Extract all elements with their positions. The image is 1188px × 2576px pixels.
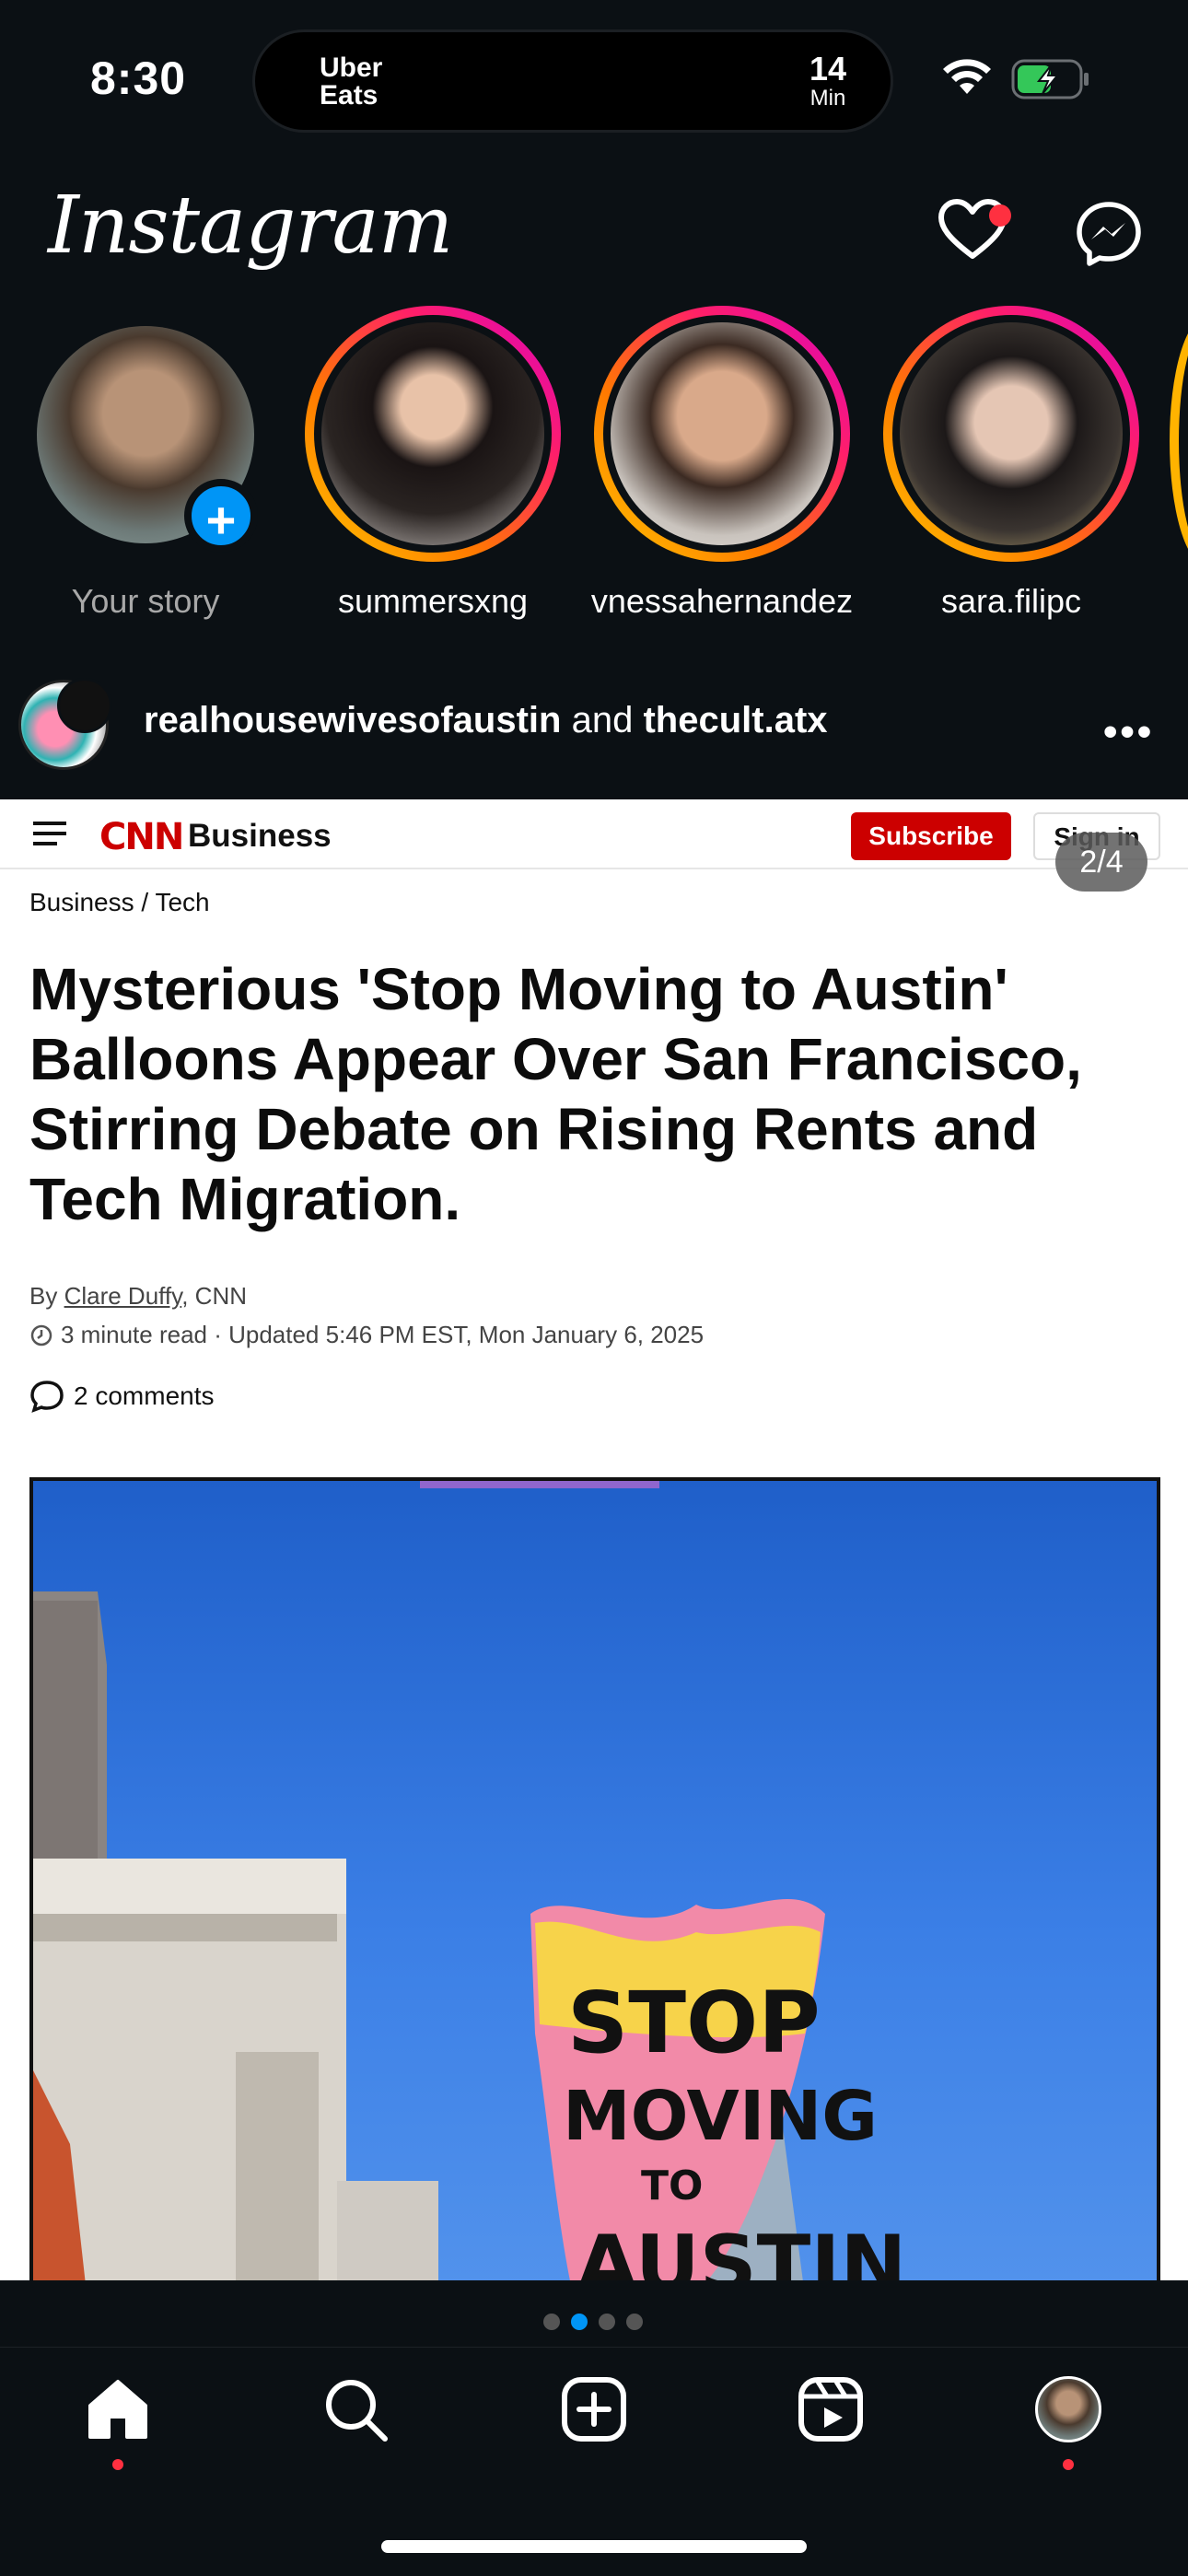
story-vnessahernandez[interactable]: vnessahernandez bbox=[584, 306, 860, 621]
post-username-2[interactable]: thecult.atx bbox=[643, 700, 827, 740]
eta-value: 14 bbox=[809, 50, 846, 87]
more-options-icon[interactable]: ••• bbox=[1103, 709, 1154, 755]
story-ring-partial[interactable] bbox=[1170, 317, 1188, 565]
story-sara-filipc[interactable]: sara.filipc bbox=[873, 306, 1149, 621]
balloon-text-3: TO bbox=[641, 2162, 703, 2209]
story-label: summersxng bbox=[337, 582, 529, 620]
carousel-dot bbox=[599, 2314, 615, 2330]
post-usernames[interactable]: realhousewivesofaustin and thecult.atx bbox=[144, 700, 828, 741]
home-indicator[interactable] bbox=[381, 2540, 807, 2553]
cnn-section: Business bbox=[188, 818, 332, 854]
story-label: sara.filipc bbox=[940, 582, 1082, 620]
comment-icon bbox=[30, 1381, 64, 1413]
menu-icon bbox=[33, 820, 68, 852]
story-ring bbox=[305, 306, 561, 562]
eta-unit: Min bbox=[809, 86, 846, 111]
byline-author: Clare Duffy bbox=[64, 1282, 182, 1310]
balloon-text-4: AUSTIN bbox=[577, 2219, 906, 2280]
cnn-logo: CNN bbox=[99, 816, 184, 858]
profile-avatar[interactable] bbox=[1035, 2376, 1101, 2442]
profile-notification-dot bbox=[1063, 2459, 1074, 2470]
add-story-icon[interactable]: + bbox=[184, 479, 258, 553]
instagram-logo: Instagram bbox=[48, 180, 453, 272]
notification-dot bbox=[989, 204, 1011, 227]
article-byline: By Clare Duffy, CNN bbox=[29, 1282, 247, 1311]
balloon-text-2: MOVING bbox=[563, 2077, 878, 2156]
island-app-line2: Eats bbox=[320, 80, 379, 111]
profile-avatar-image bbox=[1035, 2376, 1101, 2442]
delivery-eta: 14 Min bbox=[809, 52, 846, 111]
clock-icon bbox=[30, 1324, 52, 1346]
read-time-text: 3 minute read · Updated 5:46 PM EST, Mon… bbox=[61, 1321, 705, 1348]
story-avatar bbox=[611, 322, 833, 545]
island-app-line1: Uber bbox=[320, 52, 383, 83]
byline-prefix: By bbox=[29, 1282, 64, 1310]
post-connector: and bbox=[571, 700, 634, 740]
article-headline: Mysterious 'Stop Moving to Austin' Ballo… bbox=[29, 956, 1082, 1232]
subscribe-button: Subscribe bbox=[851, 812, 1011, 860]
story-your-story[interactable]: Your story bbox=[7, 306, 284, 621]
search-icon[interactable] bbox=[322, 2376, 389, 2447]
home-icon[interactable] bbox=[85, 2376, 151, 2447]
dynamic-island[interactable]: Uber Eats 14 Min bbox=[252, 29, 893, 133]
cnn-header: CNN Business Subscribe Sign in bbox=[0, 799, 1188, 869]
post-avatar-collab[interactable] bbox=[57, 678, 112, 733]
uber-eats-logo: Uber Eats bbox=[320, 54, 382, 110]
byline-suffix: , CNN bbox=[181, 1282, 247, 1310]
article-photo: STOP MOVING TO AUSTIN bbox=[29, 1477, 1160, 2280]
page-counter: 2/4 bbox=[1055, 833, 1147, 892]
post-username-1[interactable]: realhousewivesofaustin bbox=[144, 700, 561, 740]
status-time: 8:30 bbox=[90, 52, 187, 104]
home-active-dot bbox=[112, 2459, 123, 2470]
battery-icon bbox=[1011, 59, 1090, 104]
wifi-icon bbox=[941, 57, 993, 100]
carousel-dot bbox=[626, 2314, 643, 2330]
article-comments: 2 comments bbox=[29, 1380, 215, 1413]
messenger-icon[interactable] bbox=[1076, 201, 1142, 272]
story-ring bbox=[883, 306, 1139, 562]
story-summersxng[interactable]: summersxng bbox=[295, 306, 571, 621]
balloon-text-1: STOP bbox=[567, 1974, 821, 2072]
reels-icon[interactable] bbox=[798, 2376, 864, 2447]
story-avatar bbox=[900, 322, 1123, 545]
create-icon[interactable] bbox=[561, 2376, 627, 2447]
breadcrumb: Business / Tech bbox=[29, 888, 210, 916]
comments-text: 2 comments bbox=[74, 1381, 215, 1410]
story-ring bbox=[594, 306, 850, 562]
post-image[interactable]: CNN Business Subscribe Sign in 2/4 Busin… bbox=[0, 799, 1188, 2280]
story-avatar bbox=[321, 322, 544, 545]
balloon-photo-illustration: STOP MOVING TO AUSTIN bbox=[33, 1481, 906, 2280]
story-label: vnessahernandez bbox=[590, 582, 854, 620]
article-read-time: 3 minute read · Updated 5:46 PM EST, Mon… bbox=[29, 1321, 704, 1349]
story-label: Your story bbox=[71, 582, 220, 620]
carousel-dot bbox=[543, 2314, 560, 2330]
carousel-dot-active bbox=[571, 2314, 588, 2330]
